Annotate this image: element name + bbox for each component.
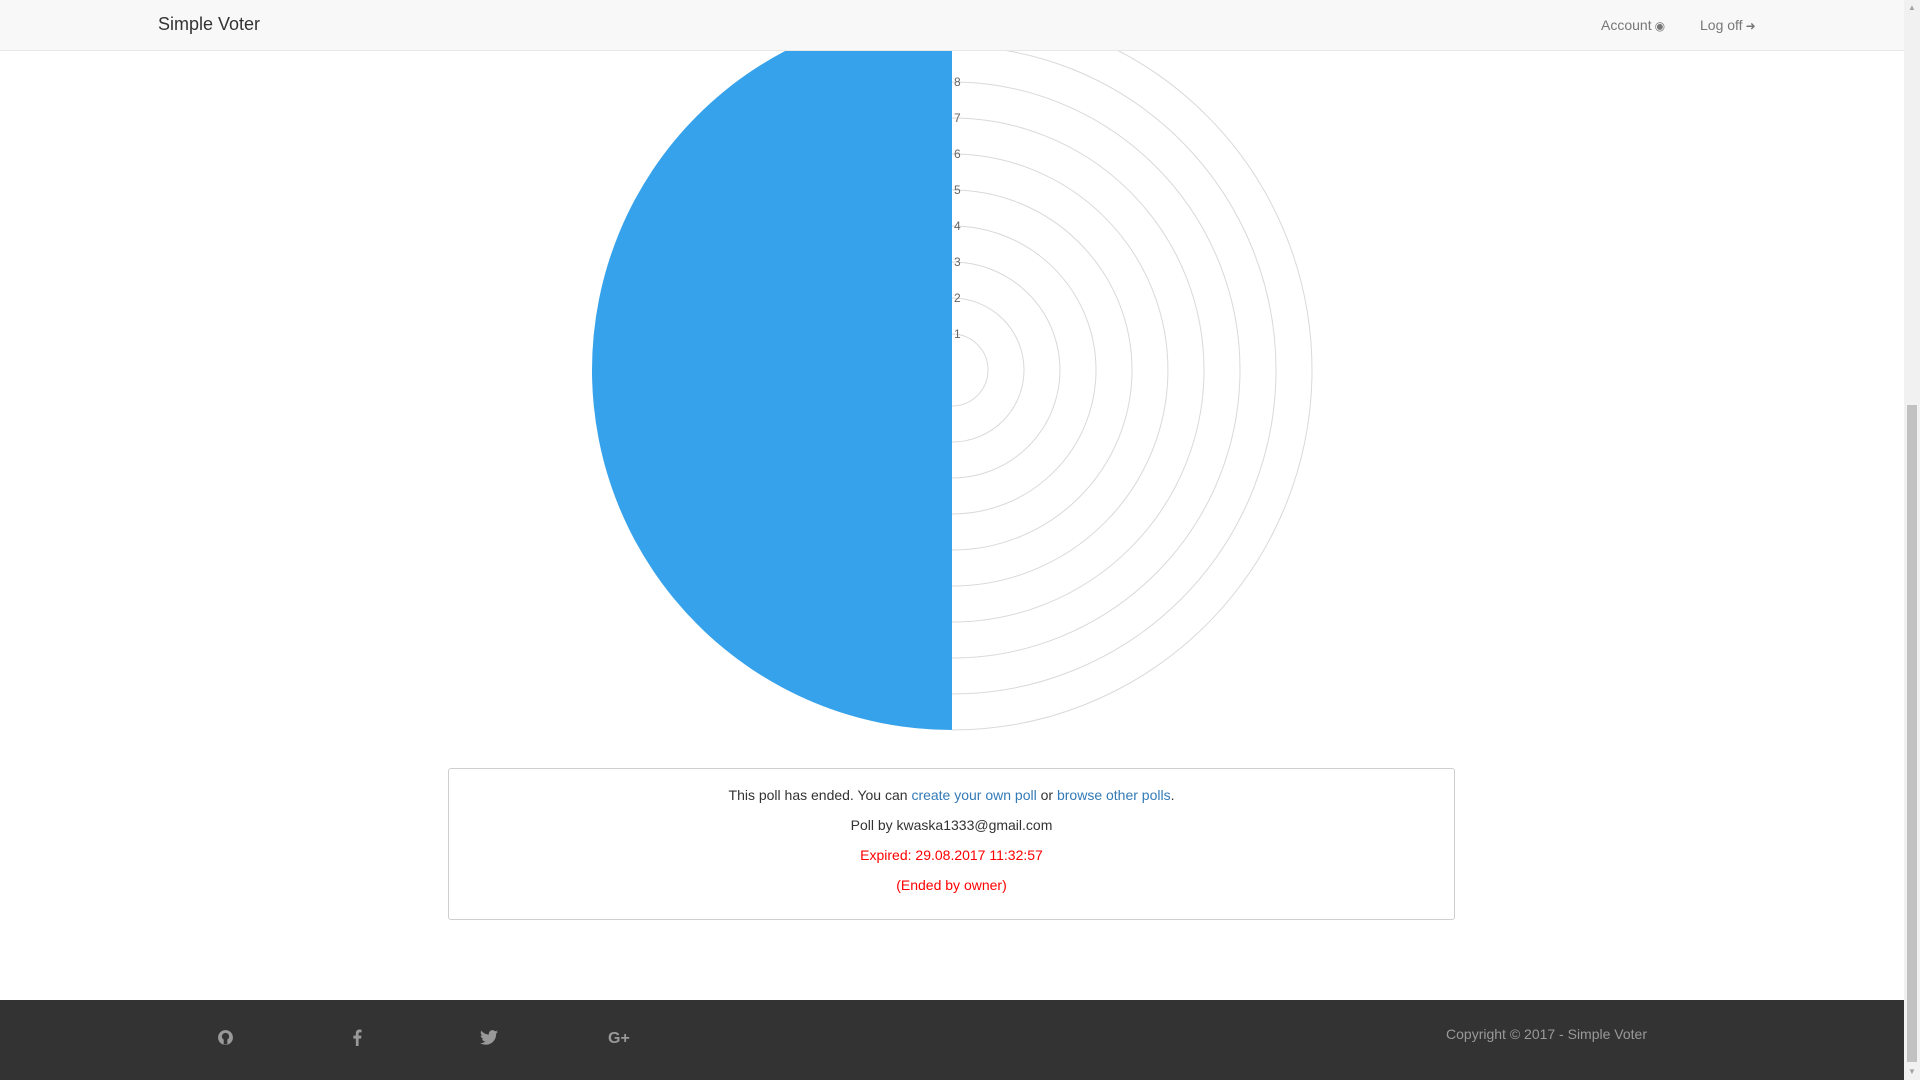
poll-ended-message: This poll has ended. You can create your… <box>449 787 1454 803</box>
page-scrollbar[interactable]: ▲ ▼ <box>1904 0 1920 1080</box>
grid-circle-10 <box>951 51 1313 731</box>
tick-label-8: 8 <box>954 75 961 89</box>
twitter-icon[interactable] <box>474 1022 504 1052</box>
or-text: or <box>1040 787 1054 803</box>
google-plus-icon[interactable]: G+ <box>606 1022 636 1052</box>
tick-label-4: 4 <box>954 219 961 233</box>
grid-circle-5 <box>951 189 1133 551</box>
tick-label-1: 1 <box>954 327 961 341</box>
poll-ended-by: (Ended by owner) <box>896 877 1007 893</box>
ended-text: This poll has ended. You can <box>728 787 908 803</box>
tick-label-2: 2 <box>954 291 961 305</box>
copyright-text: Copyright © 2017 - Simple Voter <box>1446 1026 1647 1042</box>
grid-circle-3 <box>951 261 1061 479</box>
tick-label-9: 9 <box>954 51 961 53</box>
logoff-label: Log off <box>1700 17 1743 33</box>
poll-chart: 1 2 3 4 5 6 7 8 9 <box>0 51 1904 741</box>
tick-label-5: 5 <box>954 183 961 197</box>
account-link[interactable]: Account ◉ <box>1601 17 1665 33</box>
user-circle-icon: ◉ <box>1654 19 1666 33</box>
poll-info-box: This poll has ended. You can create your… <box>448 768 1455 920</box>
chart-wedge-0[interactable] <box>592 51 952 730</box>
poll-expired-date: Expired: 29.08.2017 11:32:57 <box>860 847 1043 863</box>
brand-link[interactable]: Simple Voter <box>158 14 260 35</box>
create-poll-link[interactable]: create your own poll <box>911 787 1036 803</box>
svg-text:G+: G+ <box>608 1030 630 1046</box>
polar-chart-svg: 1 2 3 4 5 6 7 8 9 <box>592 51 1313 731</box>
poll-author: Poll by kwaska1333@gmail.com <box>850 817 1053 833</box>
period-text: . <box>1170 787 1175 803</box>
tick-label-6: 6 <box>954 147 961 161</box>
facebook-icon[interactable] <box>342 1022 372 1052</box>
footer: G+ Copyright © 2017 - Simple Voter <box>0 1000 1904 1080</box>
scrollbar-thumb[interactable] <box>1907 405 1917 1062</box>
navbar: Simple Voter Account ◉ Log off ➜ <box>0 0 1904 51</box>
logoff-link[interactable]: Log off ➜ <box>1700 17 1756 33</box>
scroll-up-arrow[interactable]: ▲ <box>1904 0 1920 16</box>
tick-label-3: 3 <box>954 255 961 269</box>
grid-circle-1 <box>951 333 989 407</box>
account-label: Account <box>1601 17 1652 33</box>
sign-out-icon: ➜ <box>1745 19 1756 33</box>
browse-polls-link[interactable]: browse other polls <box>1057 787 1171 803</box>
scroll-down-arrow[interactable]: ▼ <box>1904 1064 1920 1080</box>
github-icon[interactable] <box>210 1022 240 1052</box>
grid-circle-9 <box>951 51 1277 695</box>
tick-label-7: 7 <box>954 111 961 125</box>
